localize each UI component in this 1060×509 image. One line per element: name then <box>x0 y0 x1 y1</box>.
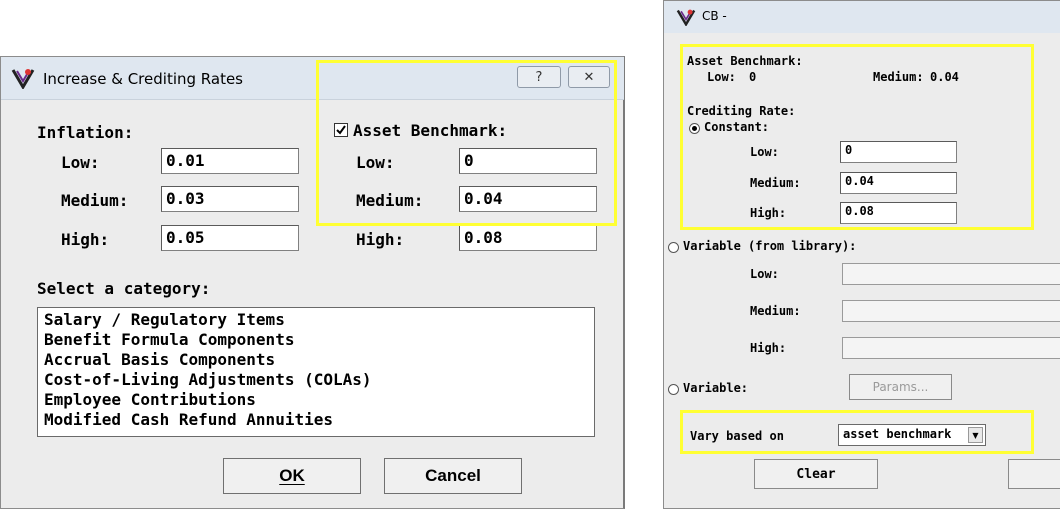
inflation-medium-label: Medium: <box>61 191 129 210</box>
dialog-title: Increase & Crediting Rates <box>43 70 243 88</box>
params-button[interactable]: Params... <box>849 374 952 400</box>
inflation-high-field[interactable]: 0.05 <box>161 225 299 251</box>
ab-medium-label: Medium: <box>356 191 424 210</box>
inflation-medium-field[interactable]: 0.03 <box>161 186 299 212</box>
vary-based-on-value: asset benchmark <box>843 427 952 441</box>
inflation-low-label: Low: <box>61 153 100 172</box>
cancel-button-partial[interactable] <box>1008 459 1060 489</box>
crediting-rate-heading: Crediting Rate: <box>687 104 796 118</box>
ab-medium-label: Medium: <box>873 70 924 84</box>
constant-label: Constant: <box>704 120 770 134</box>
category-listbox[interactable]: Salary / Regulatory Items Benefit Formul… <box>37 307 595 437</box>
close-icon: ✕ <box>583 69 595 85</box>
ab-medium-field[interactable]: 0.04 <box>459 186 597 212</box>
inflation-high-label: High: <box>61 230 110 249</box>
dialog-titlebar: CB - <box>664 1 1060 33</box>
chevron-down-icon[interactable]: ▼ <box>968 427 983 443</box>
list-item[interactable]: Employee Contributions <box>44 390 588 410</box>
category-heading: Select a category: <box>37 279 211 298</box>
ab-medium-value: 0.04 <box>930 70 959 84</box>
inflation-heading: Inflation: <box>37 123 134 142</box>
help-icon: ? <box>535 69 543 85</box>
const-medium-field[interactable]: 0.04 <box>840 172 957 194</box>
params-button-label: Params... <box>872 380 929 394</box>
constant-radio[interactable] <box>689 123 700 134</box>
app-logo-icon <box>676 9 696 26</box>
var-medium-label: Medium: <box>750 304 801 318</box>
variable-radio[interactable] <box>668 384 679 395</box>
var-high-label: High: <box>750 341 787 355</box>
asset-benchmark-label: Asset Benchmark: <box>353 121 508 140</box>
ok-button[interactable]: OK <box>223 458 361 494</box>
const-high-field[interactable]: 0.08 <box>840 202 957 224</box>
const-low-field[interactable]: 0 <box>840 141 957 163</box>
const-high-label: High: <box>750 206 787 220</box>
list-item[interactable]: Modified Cash Refund Annuities <box>44 410 588 430</box>
const-medium-label: Medium: <box>750 176 801 190</box>
var-low-label: Low: <box>750 267 779 281</box>
variable-label: Variable: <box>683 381 749 395</box>
ab-low-field[interactable]: 0 <box>459 148 597 174</box>
increase-crediting-rates-dialog: Increase & Crediting Rates ? ✕ Inflation… <box>0 56 625 509</box>
ab-low-label: Low: <box>707 70 736 84</box>
var-medium-field[interactable] <box>842 300 1060 322</box>
clear-button[interactable]: Clear <box>754 459 878 489</box>
var-high-field[interactable] <box>842 337 1060 359</box>
asset-benchmark-checkbox[interactable] <box>334 123 348 137</box>
help-button[interactable]: ? <box>517 66 561 88</box>
cb-dialog: CB - Asset Benchmark: Low: 0 Medium: 0.0… <box>663 0 1060 509</box>
vary-based-on-select[interactable]: asset benchmark ▼ <box>838 424 986 446</box>
variable-library-label: Variable (from library): <box>683 239 857 253</box>
dialog-titlebar: Increase & Crediting Rates ? ✕ <box>1 57 624 100</box>
ab-low-value: 0 <box>749 70 757 84</box>
inflation-low-field[interactable]: 0.01 <box>161 148 299 174</box>
ab-high-label: High: <box>356 230 405 249</box>
cancel-button-label: Cancel <box>425 466 481 485</box>
list-item[interactable]: Cost-of-Living Adjustments (COLAs) <box>44 370 588 390</box>
variable-library-radio[interactable] <box>668 242 679 253</box>
ab-high-field[interactable]: 0.08 <box>459 225 597 251</box>
list-item[interactable]: Benefit Formula Components <box>44 330 588 350</box>
const-low-label: Low: <box>750 145 779 159</box>
close-button[interactable]: ✕ <box>568 66 610 88</box>
checkmark-icon <box>336 125 346 135</box>
clear-button-label: Clear <box>796 466 836 482</box>
ok-button-label: OK <box>279 466 305 485</box>
var-low-field[interactable] <box>842 263 1060 285</box>
list-item[interactable]: Salary / Regulatory Items <box>44 310 588 330</box>
app-logo-icon <box>11 69 35 89</box>
vary-based-on-label: Vary based on <box>690 429 784 443</box>
dialog-title: CB - <box>702 9 727 23</box>
list-item[interactable]: Accrual Basis Components <box>44 350 588 370</box>
cancel-button[interactable]: Cancel <box>384 458 522 494</box>
asset-benchmark-heading: Asset Benchmark: <box>687 54 803 68</box>
ab-low-label: Low: <box>356 153 395 172</box>
